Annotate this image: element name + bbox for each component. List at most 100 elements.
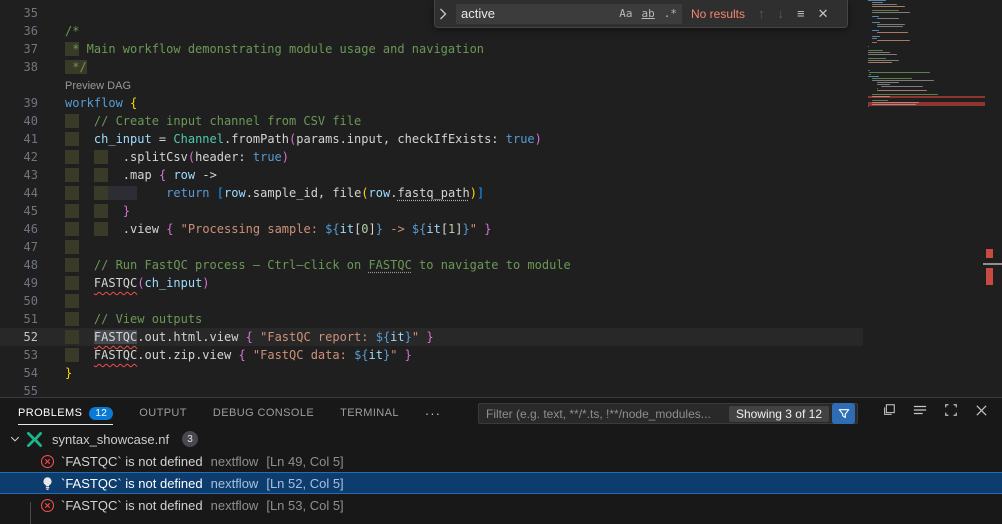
line-number: 41 (0, 130, 38, 148)
code-line-52[interactable]: 52 FASTQC.out.html.view { "FastQC report… (0, 328, 868, 346)
line-number: 45 (0, 202, 38, 220)
tab-problems-label: PROBLEMS (18, 407, 82, 419)
code-line-48[interactable]: 48 // Run FastQC process – Ctrl–click on… (0, 256, 868, 274)
code-line-41[interactable]: 41 ch_input = Channel.fromPath(params.in… (0, 130, 868, 148)
code-line-53[interactable]: 53 FASTQC.out.zip.view { "FastQC data: $… (0, 346, 868, 364)
code-line-43[interactable]: 43 .map { row -> (0, 166, 868, 184)
maximize-panel-icon[interactable] (944, 403, 958, 417)
minimap[interactable] (868, 0, 985, 397)
find-results-status: No results (691, 7, 745, 21)
tab-problems[interactable]: PROBLEMS 12 (18, 398, 113, 428)
line-number: 55 (0, 382, 38, 397)
problem-source: nextflow (211, 476, 259, 491)
line-number: 46 (0, 220, 38, 238)
problem-source: nextflow (211, 498, 259, 513)
code-line-39[interactable]: 39workflow { (0, 94, 868, 112)
code-line-37[interactable]: 37 * Main workflow demonstrating module … (0, 40, 868, 58)
line-number: 36 (0, 22, 38, 40)
problem-message: `FASTQC` is not defined (61, 498, 203, 513)
tab-output[interactable]: OUTPUT (139, 398, 187, 428)
problem-message: `FASTQC` is not defined (61, 454, 203, 469)
panel-tabs: PROBLEMS 12 OUTPUT DEBUG CONSOLE TERMINA… (18, 398, 441, 428)
code-line-51[interactable]: 51 // View outputs (0, 310, 868, 328)
ruler-error-marker (986, 268, 993, 285)
line-number: 51 (0, 310, 38, 328)
code-line-46[interactable]: 46 .view { "Processing sample: ${it[0]} … (0, 220, 868, 238)
find-input-box: active Aa ab .* (456, 4, 682, 24)
tab-terminal[interactable]: TERMINAL (340, 398, 399, 428)
code-line-45[interactable]: 45 } (0, 202, 868, 220)
code-line-54[interactable]: 54} (0, 364, 868, 382)
line-number: 39 (0, 94, 38, 112)
problems-tree: syntax_showcase.nf 3 `FASTQC` is not def… (0, 428, 1002, 516)
panel-header: PROBLEMS 12 OUTPUT DEBUG CONSOLE TERMINA… (0, 398, 1002, 428)
error-icon (40, 454, 55, 469)
find-next-icon[interactable]: ↓ (778, 6, 785, 21)
match-case-icon[interactable]: Aa (619, 7, 632, 20)
code-line-55[interactable]: 55 (0, 382, 868, 397)
problems-count-badge: 12 (89, 407, 113, 420)
code-line-40[interactable]: 40 // Create input channel from CSV file (0, 112, 868, 130)
filter-input[interactable] (486, 407, 729, 421)
line-number: 49 (0, 274, 38, 292)
more-actions-icon[interactable]: ··· (425, 406, 441, 421)
line-number: 44 (0, 184, 38, 202)
showing-count: Showing 3 of 12 (729, 406, 829, 422)
line-number: 40 (0, 112, 38, 130)
problem-location: [Ln 52, Col 5] (266, 476, 343, 491)
toggle-replace-icon[interactable] (439, 8, 453, 20)
code-line-38[interactable]: 38 */ (0, 58, 868, 76)
problems-file-group[interactable]: syntax_showcase.nf 3 (0, 428, 1002, 450)
nextflow-icon (26, 432, 43, 447)
code-lines: 3536/*37 * Main workflow demonstrating m… (0, 4, 868, 397)
line-number: 53 (0, 346, 38, 364)
bottom-panel: PROBLEMS 12 OUTPUT DEBUG CONSOLE TERMINA… (0, 397, 1002, 524)
find-widget: active Aa ab .* No results ↑ ↓ ≡ ✕ (434, 0, 848, 28)
close-panel-icon[interactable] (975, 404, 988, 417)
line-number: 54 (0, 364, 38, 382)
problems-file-name: syntax_showcase.nf (52, 432, 169, 447)
find-previous-icon[interactable]: ↑ (758, 6, 765, 21)
ruler-error-marker (986, 249, 993, 258)
code-lens-preview-dag[interactable]: Preview DAG (65, 80, 131, 92)
error-icon (40, 498, 55, 513)
chevron-down-icon[interactable] (9, 433, 21, 445)
line-number: 50 (0, 292, 38, 310)
tab-debug-console[interactable]: DEBUG CONSOLE (213, 398, 314, 428)
ruler-cursor-marker (983, 263, 1002, 265)
problem-row[interactable]: `FASTQC` is not defined nextflow [Ln 49,… (0, 450, 1002, 472)
line-number: 52 (0, 328, 38, 346)
filter-input-box: Showing 3 of 12 (478, 403, 858, 424)
whole-word-icon[interactable]: ab (642, 7, 655, 20)
problems-filter: Showing 3 of 12 (478, 403, 858, 424)
problem-location: [Ln 53, Col 5] (266, 498, 343, 513)
collapse-all-icon[interactable] (882, 403, 896, 417)
overview-ruler (983, 0, 1002, 397)
line-number: 35 (0, 4, 38, 22)
problem-row-selected[interactable]: `FASTQC` is not defined nextflow [Ln 52,… (0, 472, 1002, 494)
problem-source: nextflow (211, 454, 259, 469)
lightbulb-icon[interactable] (40, 476, 55, 491)
filter-icon[interactable] (832, 403, 855, 424)
vscode-window: 3536/*37 * Main workflow demonstrating m… (0, 0, 1002, 524)
minimap-content (868, 0, 985, 110)
line-number: 37 (0, 40, 38, 58)
problem-message: `FASTQC` is not defined (61, 476, 203, 491)
line-number: 48 (0, 256, 38, 274)
code-editor[interactable]: 3536/*37 * Main workflow demonstrating m… (0, 0, 1002, 397)
problem-row[interactable]: `FASTQC` is not defined nextflow [Ln 53,… (0, 494, 1002, 516)
find-in-selection-icon[interactable]: ≡ (797, 6, 805, 21)
code-line-42[interactable]: 42 .splitCsv(header: true) (0, 148, 868, 166)
code-line-44[interactable]: 44 return [row.sample_id, file(row.fastq… (0, 184, 868, 202)
close-find-widget-icon[interactable]: ✕ (818, 6, 829, 22)
code-line-50[interactable]: 50 (0, 292, 868, 310)
code-line-49[interactable]: 49 FASTQC(ch_input) (0, 274, 868, 292)
regex-icon[interactable]: .* (664, 7, 677, 20)
file-problem-count-badge: 3 (182, 431, 198, 447)
line-number: 42 (0, 148, 38, 166)
line-number: 38 (0, 58, 38, 76)
find-input[interactable]: active (461, 6, 610, 21)
view-as-table-icon[interactable] (913, 403, 927, 417)
code-line-47[interactable]: 47 (0, 238, 868, 256)
panel-actions (882, 403, 988, 417)
